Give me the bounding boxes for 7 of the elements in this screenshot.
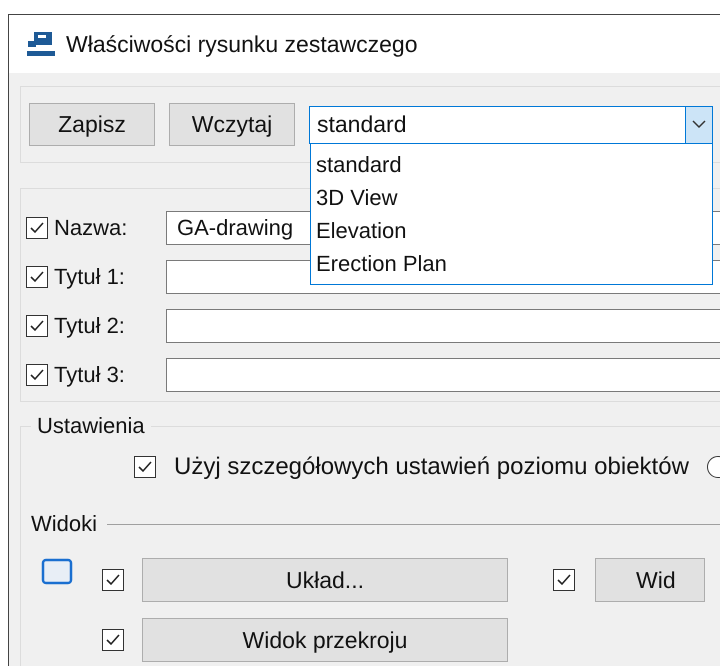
section-title: Widoki (31, 511, 98, 537)
field-label: Tytuł 2: (54, 313, 126, 339)
field-label: Tytuł 3: (54, 362, 126, 388)
option-label: Użyj szczegółowych ustawień poziomu obiektów (174, 453, 689, 481)
field-label: Nazwa: (54, 215, 128, 241)
window-title: Właściwości rysunku zestawczego (66, 30, 418, 58)
field-label: Tytuł 1: (54, 264, 126, 290)
